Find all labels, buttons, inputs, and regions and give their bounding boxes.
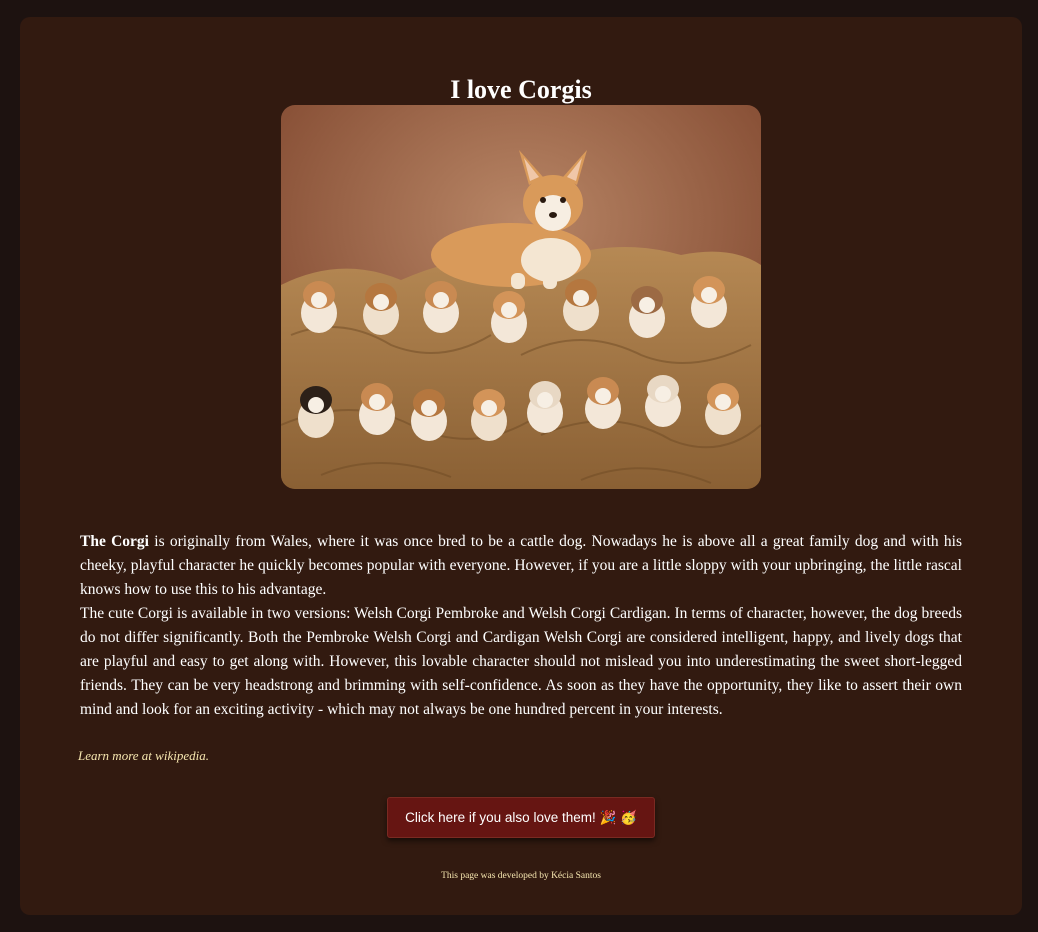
article-intro-bold: The Corgi [80,533,149,550]
article-paragraph-2: The cute Corgi is available in two versi… [80,605,962,718]
wikipedia-link[interactable]: Learn more at wikipedia. [78,748,209,764]
article-intro-text: is originally from Wales, where it was o… [80,533,962,598]
main-card: I love Corgis The Corgi is originally fr… [20,17,1022,915]
article-text: The Corgi is originally from Wales, wher… [80,530,962,722]
love-them-button[interactable]: Click here if you also love them! 🎉 🥳 [387,797,655,838]
page-title: I love Corgis [450,75,592,104]
footer-credit: This page was developed by Kécia Santos [441,871,601,881]
corgi-photo [281,105,761,489]
article-paragraph-1: The Corgi is originally from Wales, wher… [80,530,962,602]
